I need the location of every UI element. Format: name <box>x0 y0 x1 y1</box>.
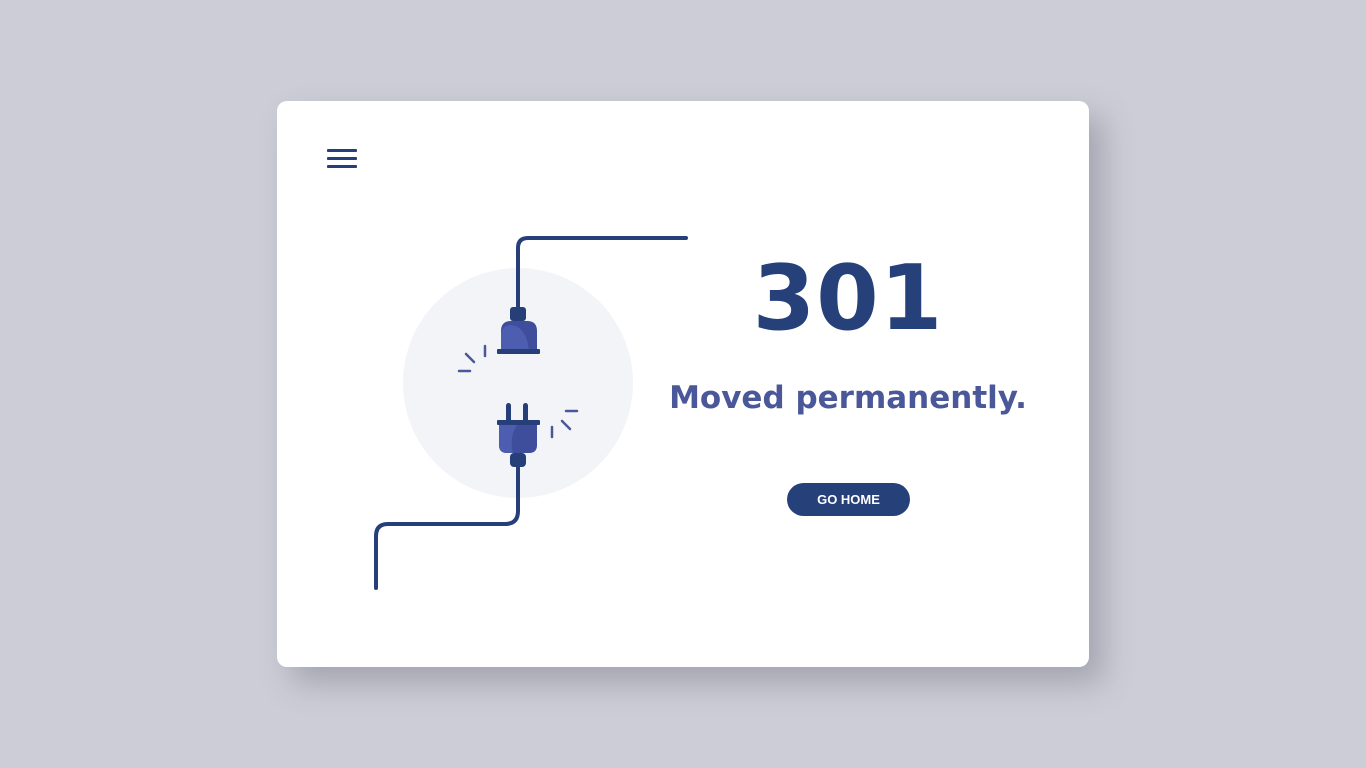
error-message: Moved permanently. <box>669 380 1027 416</box>
error-code: 301 <box>752 246 944 351</box>
go-home-button[interactable]: GO HOME <box>787 483 910 516</box>
